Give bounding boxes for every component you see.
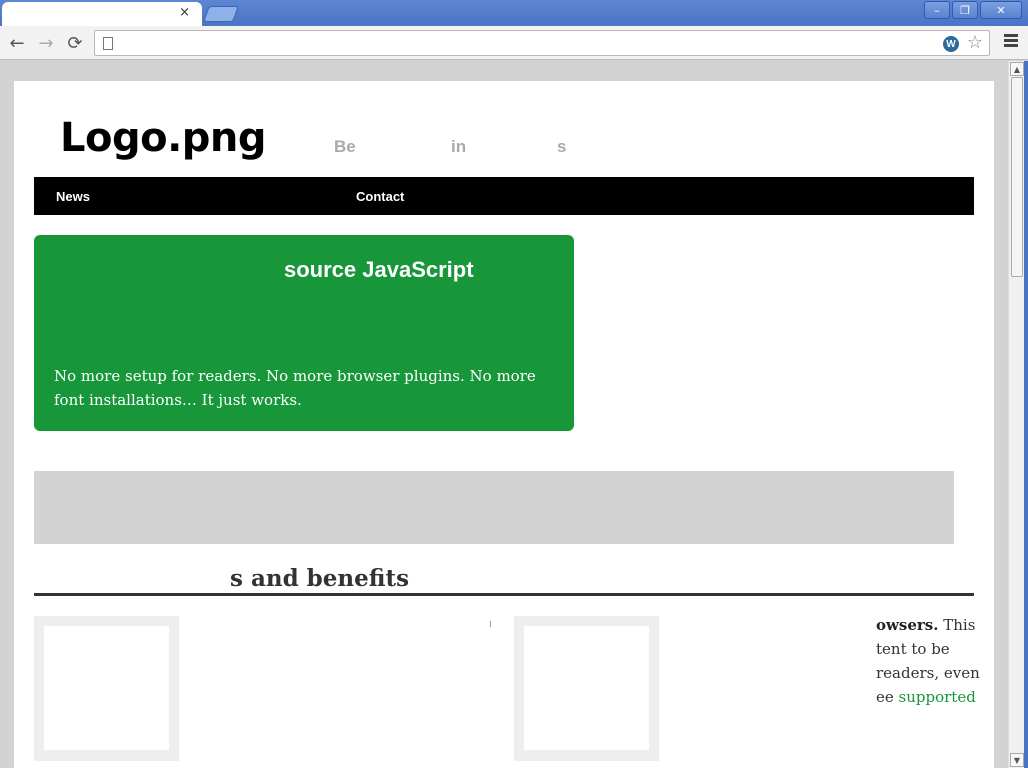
browser-tab[interactable]: ×	[2, 2, 202, 26]
browser-toolbar: ← → ⟳ W ☆	[0, 26, 1028, 60]
address-bar[interactable]: W ☆	[94, 30, 990, 56]
title-bar: × – ❐ ✕	[0, 0, 1028, 26]
tagline-fragment: Be	[334, 137, 356, 156]
tagline-fragment: s	[557, 137, 567, 156]
feature-image	[514, 616, 659, 761]
hero-banner: source JavaScript No more setup for read…	[34, 235, 574, 431]
minimize-button[interactable]: –	[924, 1, 950, 19]
divider-mark	[490, 621, 491, 627]
address-input[interactable]	[123, 35, 943, 51]
supported-link[interactable]: supported	[899, 688, 976, 706]
placeholder-band	[34, 471, 954, 544]
feature-text-line: ee	[876, 688, 899, 706]
feature-text-line: readers, even	[876, 664, 980, 682]
tagline-fragment: in	[451, 137, 467, 156]
wordpress-icon[interactable]: W	[943, 36, 959, 52]
section-divider	[34, 593, 974, 596]
back-arrow-icon[interactable]: ←	[6, 32, 28, 54]
scroll-up-arrow-icon[interactable]: ▲	[1010, 62, 1024, 76]
hero-title: source JavaScript	[284, 257, 474, 282]
section-title: s and benefits	[230, 565, 410, 592]
window-controls: – ❐ ✕	[924, 1, 1022, 19]
nav-link-contact[interactable]: Contact	[356, 189, 404, 204]
close-window-button[interactable]: ✕	[980, 1, 1022, 19]
scroll-down-arrow-icon[interactable]: ▼	[1010, 753, 1024, 767]
site-logo[interactable]: Logo.png	[60, 115, 267, 161]
nav-link-news[interactable]: News	[56, 189, 90, 204]
menu-icon[interactable]	[1004, 34, 1018, 50]
forward-arrow-icon[interactable]: →	[35, 32, 57, 54]
window-border	[1024, 61, 1028, 768]
page-icon	[103, 37, 113, 50]
reload-icon[interactable]: ⟳	[64, 32, 86, 54]
feature-text-line: tent to be	[876, 640, 950, 658]
restore-button[interactable]: ❐	[952, 1, 978, 19]
feature-bold-text: owsers.	[876, 616, 939, 634]
page-viewport: Logo.png Be in s News Contact source Jav…	[0, 61, 1008, 768]
feature-image	[34, 616, 179, 761]
scrollbar-thumb[interactable]	[1011, 77, 1023, 277]
new-tab-button[interactable]	[203, 6, 239, 22]
page-container: Logo.png Be in s News Contact source Jav…	[14, 81, 994, 768]
bookmark-star-icon[interactable]: ☆	[967, 32, 983, 53]
tab-close-icon[interactable]: ×	[179, 5, 190, 20]
feature-text-line: This	[938, 616, 976, 634]
vertical-scrollbar[interactable]: ▲ ▼	[1008, 61, 1024, 768]
feature-description: owsers. This tent to be readers, even ee…	[876, 613, 986, 709]
main-nav: News Contact	[34, 177, 974, 215]
hero-text: No more setup for readers. No more brows…	[54, 367, 536, 409]
